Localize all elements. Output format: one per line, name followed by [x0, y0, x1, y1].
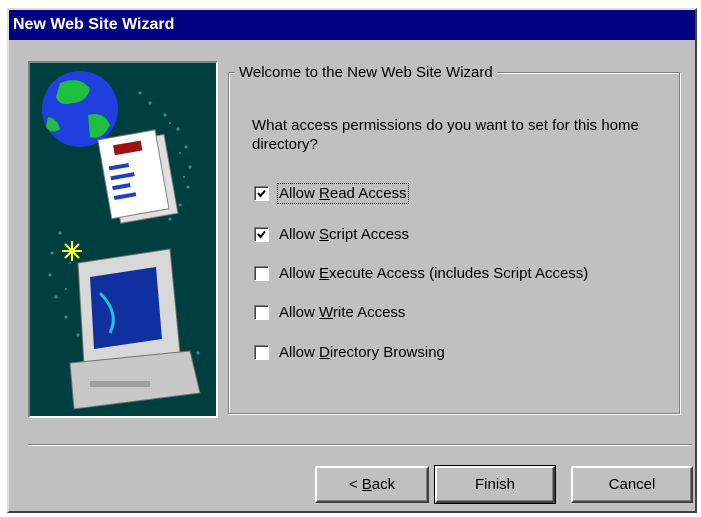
checkbox-read-access[interactable]: Allow Read Access	[254, 182, 409, 204]
finish-button[interactable]: Finish	[434, 465, 556, 504]
checkbox-box[interactable]	[254, 344, 269, 360]
checkbox-label: Allow Read Access	[277, 182, 409, 204]
checkbox-box[interactable]	[254, 226, 269, 242]
checkbox-box[interactable]	[254, 185, 269, 201]
checkbox-directory-browsing[interactable]: Allow Directory Browsing	[254, 342, 445, 362]
checkbox-execute-access[interactable]: Allow Execute Access (includes Script Ac…	[254, 263, 588, 283]
wizard-window: New Web Site Wizard Welcome to the New W…	[7, 8, 697, 513]
separator	[28, 444, 692, 446]
group-legend: Welcome to the New Web Site Wizard	[235, 64, 497, 81]
wizard-illustration	[28, 61, 218, 418]
checkbox-label: Allow Execute Access (includes Script Ac…	[279, 264, 589, 282]
permissions-question: What access permissions do you want to s…	[252, 117, 639, 153]
checkbox-script-access[interactable]: Allow Script Access	[254, 224, 409, 244]
cancel-button[interactable]: Cancel	[571, 466, 693, 503]
checkbox-box[interactable]	[254, 304, 269, 320]
checkbox-label: Allow Script Access	[279, 225, 410, 243]
checkbox-box[interactable]	[254, 265, 269, 281]
checkbox-write-access[interactable]: Allow Write Access	[254, 302, 405, 322]
window-title: New Web Site Wizard	[9, 10, 695, 40]
back-button[interactable]: < Back	[315, 466, 429, 503]
checkbox-label: Allow Directory Browsing	[279, 343, 445, 361]
checkbox-label: Allow Write Access	[279, 303, 406, 321]
